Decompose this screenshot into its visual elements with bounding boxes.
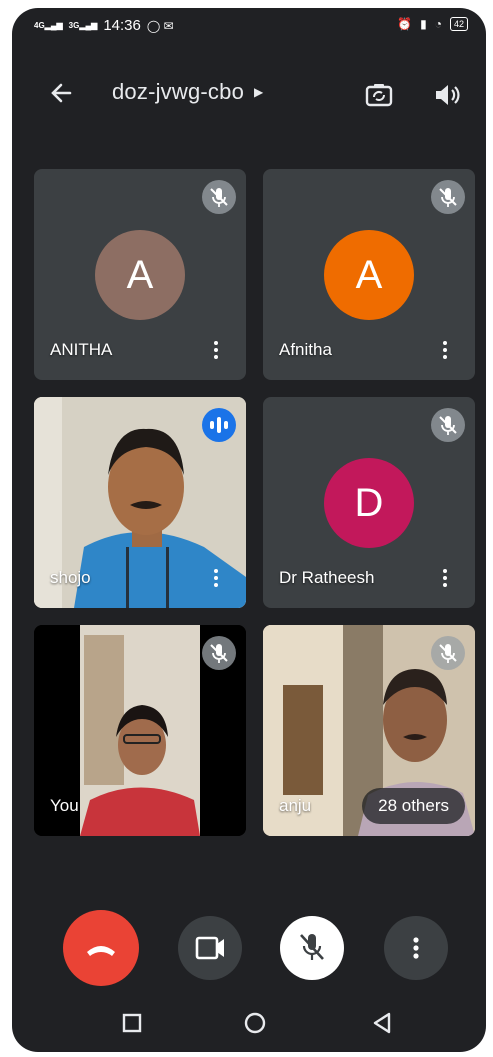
participant-tile[interactable]: anju 28 others: [263, 625, 475, 836]
participant-tile[interactable]: shojo: [34, 397, 246, 608]
signal-2-icon: 3G▂▄▆: [68, 20, 98, 30]
meeting-header: doz-jvwg-cbo ▶: [12, 66, 486, 122]
status-bar: 4G▂▄▆ 3G▂▄▆ 14:36 ◯ ✉ ⏰ ▮ ◔ 42: [12, 8, 486, 44]
signal-1-icon: 4G▂▄▆: [34, 20, 63, 30]
back-icon[interactable]: [367, 1008, 397, 1038]
meeting-code: doz-jvwg-cbo: [112, 79, 245, 104]
switch-camera-icon[interactable]: [362, 78, 396, 112]
home-icon[interactable]: [240, 1008, 270, 1038]
back-arrow-icon[interactable]: [44, 76, 78, 110]
video-camera-icon: [195, 936, 224, 960]
participant-name: anju: [279, 796, 312, 815]
participant-name: Afnitha: [279, 340, 332, 359]
more-vert-icon[interactable]: [208, 566, 224, 590]
alarm-icon: ⏰: [397, 17, 413, 31]
meeting-title-button[interactable]: doz-jvwg-cbo ▶: [112, 79, 263, 105]
participant-name: You: [50, 796, 79, 815]
mic-off-icon: [431, 408, 465, 442]
avatar: A: [324, 230, 414, 320]
mic-off-icon: [202, 180, 236, 214]
vibrate-icon: ▮: [420, 17, 427, 31]
clock: 14:36: [103, 17, 141, 34]
wifi-icon: ◔: [434, 17, 442, 31]
participant-tile[interactable]: A ANITHA: [34, 169, 246, 380]
participant-name: Dr Ratheesh: [279, 568, 375, 587]
more-vert-icon: [413, 937, 419, 959]
end-call-button[interactable]: [63, 910, 139, 986]
more-options-button[interactable]: [384, 916, 448, 980]
more-vert-icon[interactable]: [208, 338, 224, 362]
participant-name: ANITHA: [50, 340, 113, 359]
avatar: A: [95, 230, 185, 320]
camera-toggle-button[interactable]: [178, 916, 242, 980]
mic-off-icon: [202, 636, 236, 670]
speaking-indicator-icon: [202, 408, 236, 442]
recents-icon[interactable]: [117, 1008, 147, 1038]
participant-name: shojo: [50, 568, 91, 587]
mic-off-icon: [300, 934, 324, 960]
avatar: D: [324, 458, 414, 548]
mic-off-icon: [431, 180, 465, 214]
system-nav-bar: [12, 998, 486, 1052]
notification-icon: ◯ ✉: [146, 18, 174, 33]
participant-tile[interactable]: You: [34, 625, 246, 836]
call-end-icon: [87, 946, 115, 956]
mic-off-icon: [431, 636, 465, 670]
more-vert-icon[interactable]: [437, 566, 453, 590]
mic-toggle-button[interactable]: [280, 916, 344, 980]
participant-tile[interactable]: D Dr Ratheesh: [263, 397, 475, 608]
participant-tile[interactable]: A Afnitha: [263, 169, 475, 380]
more-vert-icon[interactable]: [437, 338, 453, 362]
phone-screen: 4G▂▄▆ 3G▂▄▆ 14:36 ◯ ✉ ⏰ ▮ ◔ 42 doz-jvwg-…: [12, 8, 486, 1052]
battery-icon: 42: [449, 17, 468, 31]
speaker-icon[interactable]: [430, 78, 464, 112]
caret-right-icon: ▶: [254, 85, 264, 99]
others-count-chip[interactable]: 28 others: [362, 788, 465, 824]
